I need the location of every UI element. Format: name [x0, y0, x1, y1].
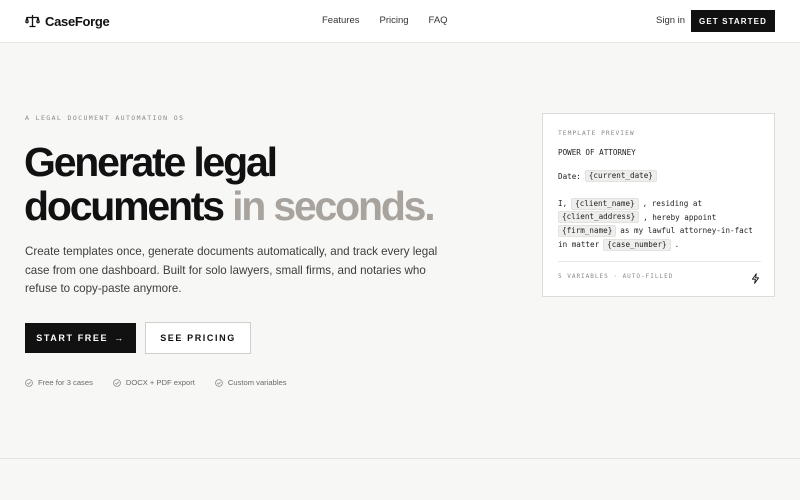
lightning-bolt-icon [751, 271, 760, 284]
headline-line-2-dark: documents [24, 183, 225, 229]
feature-item: Custom variables [215, 378, 287, 387]
body-text: as my lawful attorney-in-fact [620, 226, 753, 236]
variable-chip: {case_number} [603, 238, 671, 251]
feature-item: DOCX + PDF export [113, 378, 195, 387]
hero-subtitle: Create templates once, generate document… [25, 245, 438, 295]
preview-divider [558, 261, 761, 262]
body-line: {firm_name} as my lawful attorney-in-fac… [558, 224, 768, 238]
variable-chip: {client_name} [571, 197, 639, 210]
get-started-button[interactable]: GET STARTED [691, 10, 775, 32]
body-text: , hereby appoint [643, 212, 717, 222]
feature-item: Free for 3 cases [25, 378, 93, 387]
sign-in-link[interactable]: Sign in [656, 15, 685, 26]
body-line: I, {client_name} , residing at [558, 197, 768, 211]
variable-chip: {client_address} [558, 211, 640, 224]
preview-label: TEMPLATE PREVIEW [558, 130, 635, 137]
body-text: . [674, 239, 680, 249]
brand-logo[interactable]: CaseForge [25, 13, 110, 29]
arrow-right-icon: → [114, 333, 125, 343]
body-line: {client_address} , hereby appoint [558, 211, 768, 225]
start-free-button[interactable]: START FREE → [25, 323, 136, 353]
nav-link-features[interactable]: Features [322, 15, 360, 26]
preview-document-title: POWER OF ATTORNEY [558, 148, 636, 157]
section-divider [0, 458, 800, 459]
check-circle-icon [113, 378, 121, 387]
body-text: in matter [558, 239, 600, 249]
hero-eyebrow: A LEGAL DOCUMENT AUTOMATION OS [25, 114, 185, 122]
preview-body: I, {client_name} , residing at {client_a… [558, 197, 768, 251]
check-circle-icon [215, 378, 223, 387]
scales-icon [25, 14, 40, 28]
nav-link-faq[interactable]: FAQ [429, 15, 448, 26]
body-text: I, [558, 199, 568, 208]
preview-footer: 5 VARIABLES · AUTO-FILLED [558, 273, 674, 280]
see-pricing-button[interactable]: SEE PRICING [145, 322, 251, 354]
variable-chip: {current_date} [584, 170, 657, 182]
variable-chip: {firm_name} [558, 224, 617, 237]
template-preview-card: TEMPLATE PREVIEW POWER OF ATTORNEY Date:… [542, 113, 775, 297]
hero-headline: Generate legal documents in seconds. [24, 140, 544, 228]
preview-date-line: Date: {current_date} [558, 170, 657, 182]
start-free-label: START FREE [36, 333, 109, 343]
brand-name: CaseForge [45, 13, 110, 29]
body-text: , residing at [642, 199, 703, 208]
feature-label: Free for 3 cases [38, 378, 93, 387]
feature-label: Custom variables [227, 378, 287, 387]
nav-link-pricing[interactable]: Pricing [380, 15, 409, 26]
nav-links: Features Pricing FAQ [322, 15, 448, 26]
headline-line-1: Generate legal [24, 139, 278, 185]
headline-line-2-muted: in seconds. [232, 183, 436, 229]
check-circle-icon [25, 378, 33, 387]
feature-label: DOCX + PDF export [125, 378, 195, 387]
body-line: in matter {case_number} . [558, 238, 768, 252]
date-label: Date: [558, 171, 581, 181]
feature-list: Free for 3 cases DOCX + PDF export Custo… [25, 378, 287, 387]
top-nav: CaseForge Features Pricing FAQ Sign in G… [0, 0, 800, 43]
